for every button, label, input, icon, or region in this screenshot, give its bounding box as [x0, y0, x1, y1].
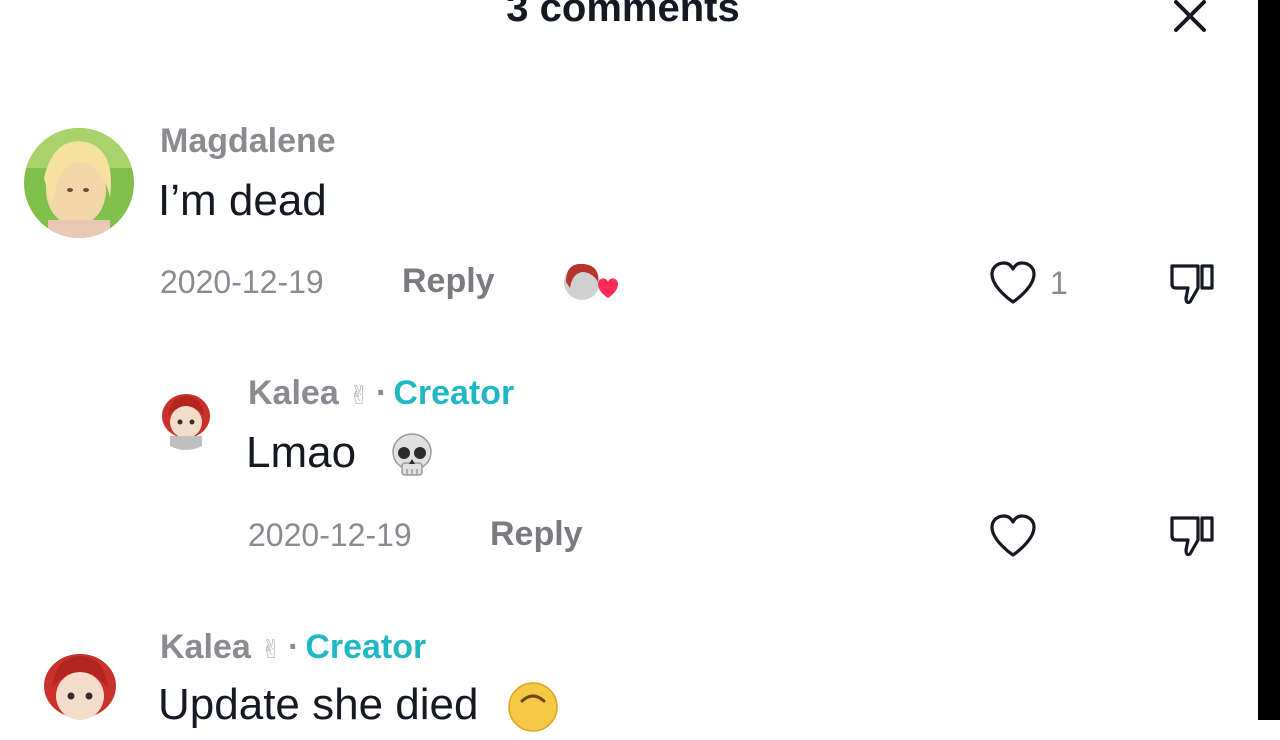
thumbs-down-icon	[1170, 264, 1214, 305]
heart-outline-icon	[990, 514, 1036, 557]
heart-outline-icon	[990, 261, 1036, 304]
username[interactable]: Magdalene	[160, 122, 336, 161]
creator-badge: Creator	[305, 628, 427, 666]
dislike-button[interactable]	[1168, 512, 1216, 565]
comment-text: Lmao	[246, 428, 436, 479]
victory-hand-emoji: ✌	[260, 634, 282, 664]
close-icon	[1174, 0, 1206, 32]
heart-icon	[598, 278, 618, 298]
creator-liked-badge	[560, 258, 618, 306]
victory-hand-emoji: ✌	[348, 380, 370, 410]
comment-date: 2020-12-19	[248, 517, 412, 553]
like-button[interactable]: 1	[988, 260, 1068, 306]
upside-down-face-emoji-icon	[507, 682, 558, 733]
reply-button[interactable]: Reply	[490, 515, 583, 554]
avatar[interactable]	[152, 382, 220, 450]
comment-text: Update she died	[158, 680, 559, 733]
comment-date: 2020-12-19	[160, 264, 324, 300]
avatar[interactable]	[24, 128, 134, 238]
comment-text: I’m dead	[158, 176, 327, 225]
username[interactable]: Kalea ✌ · Creator	[248, 374, 514, 413]
thumbs-down-icon	[1170, 516, 1214, 557]
close-button[interactable]	[1166, 0, 1214, 40]
comments-count-title: 3 comments	[506, 0, 740, 30]
like-button[interactable]	[988, 513, 1038, 559]
like-count: 1	[1050, 264, 1068, 301]
avatar[interactable]	[30, 640, 130, 740]
screen-edge	[1258, 0, 1280, 720]
dislike-button[interactable]	[1168, 260, 1216, 313]
skull-emoji-icon	[392, 433, 433, 477]
reply-button[interactable]: Reply	[402, 262, 495, 301]
username[interactable]: Kalea ✌ · Creator	[160, 628, 426, 667]
creator-badge: Creator	[393, 374, 515, 412]
